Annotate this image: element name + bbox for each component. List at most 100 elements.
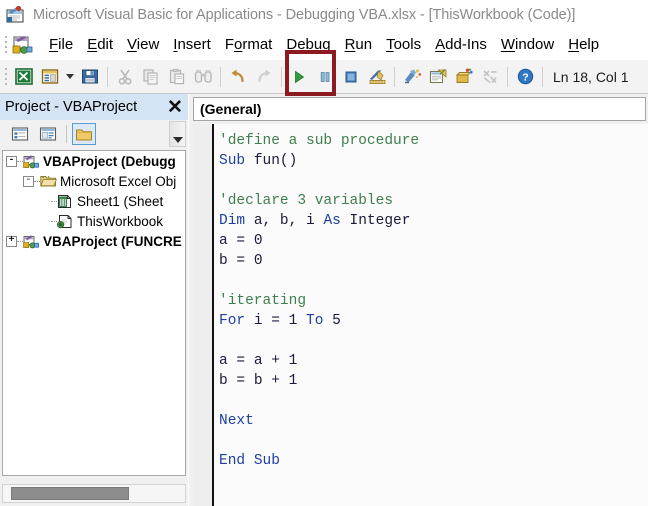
menu-item-run[interactable]: Run	[338, 34, 380, 55]
menu-item-tools[interactable]: Tools	[379, 34, 428, 55]
run-button[interactable]	[286, 64, 312, 90]
code-pane: (General) 'define a sub procedure Sub fun…	[190, 94, 648, 506]
toolbar-separator	[507, 66, 508, 87]
code-line: 'iterating	[219, 291, 648, 311]
view-object-button[interactable]	[36, 123, 60, 145]
code-token: i	[306, 213, 315, 229]
break-button[interactable]	[312, 64, 338, 90]
code-keyword: End	[219, 453, 246, 469]
undo-button[interactable]	[225, 64, 251, 90]
tree-expander-placeholder	[40, 201, 51, 202]
code-text[interactable]: 'define a sub procedure Sub fun() 'declar…	[219, 131, 648, 506]
code-token: Integer	[349, 213, 411, 229]
tree-expander-placeholder	[40, 221, 51, 222]
menu-item-debug[interactable]: Debug	[279, 34, 337, 55]
menu-item-format[interactable]: Format	[218, 34, 280, 55]
scope-label: (General)	[200, 101, 262, 117]
code-keyword: Sub	[253, 453, 280, 469]
code-token: =	[236, 353, 246, 369]
code-keyword: To	[306, 313, 324, 329]
menu-item-edit[interactable]: Edit	[80, 34, 120, 55]
help-button[interactable]: ?	[512, 64, 538, 90]
collapse-expander-icon[interactable]: -	[6, 155, 17, 167]
scroll-down-arrow-icon[interactable]	[169, 121, 186, 147]
code-token: 0	[253, 253, 263, 269]
tree-item[interactable]: - Microsoft Excel Obj	[3, 171, 185, 191]
insert-userform-button[interactable]	[37, 64, 63, 90]
toggle-folders-button[interactable]	[72, 123, 96, 145]
tree-item[interactable]: ThisWorkbook	[3, 211, 185, 231]
collapse-expander-icon[interactable]: -	[23, 175, 34, 187]
code-token: 1	[288, 353, 298, 369]
toolbar-separator	[394, 66, 395, 87]
reset-button[interactable]	[338, 64, 364, 90]
code-line: 'define a sub procedure	[219, 131, 648, 151]
menu-bar: File Edit View Insert Format Debug Run Tools Add…	[0, 29, 648, 60]
toolbar-separator	[220, 66, 221, 87]
project-explorer-button[interactable]	[399, 64, 425, 90]
menu-item-help[interactable]: Help	[561, 34, 606, 55]
code-token: =	[236, 373, 246, 389]
menu-item-insert[interactable]: Insert	[166, 34, 218, 55]
toolbar-separator	[66, 125, 67, 143]
tree-item[interactable]: - VBAProject (Debugg	[3, 151, 185, 171]
toolbar-separator	[281, 66, 282, 87]
properties-window-button[interactable]	[425, 64, 451, 90]
expand-expander-icon[interactable]: +	[6, 235, 17, 247]
paste-button[interactable]	[164, 64, 190, 90]
tree-item[interactable]: Sheet1 (Sheet	[3, 191, 185, 211]
copy-button[interactable]	[138, 64, 164, 90]
code-keyword: As	[323, 213, 341, 229]
code-token: +	[271, 353, 280, 369]
code-keyword: Next	[219, 413, 254, 429]
code-token: a	[219, 353, 228, 369]
save-button[interactable]	[77, 64, 103, 90]
code-margin-indicator-bar[interactable]	[193, 124, 214, 506]
close-x-icon[interactable]: ✕	[164, 96, 186, 118]
menu-item-window[interactable]: Window	[494, 34, 561, 55]
cut-button[interactable]	[112, 64, 138, 90]
code-token: a	[219, 233, 228, 249]
find-button[interactable]	[190, 64, 216, 90]
code-token: a	[253, 353, 263, 369]
menu-item-add-ins[interactable]: Add-Ins	[428, 34, 494, 55]
menu-gripper[interactable]	[2, 35, 10, 55]
toolbox-button[interactable]	[477, 64, 503, 90]
project-explorer-panel: Project - VBAProject ✕ - VBAProject (Deb…	[0, 94, 189, 506]
design-mode-button[interactable]	[364, 64, 390, 90]
view-excel-button[interactable]	[11, 64, 37, 90]
worksheet-icon	[57, 194, 74, 209]
procedure-scope-dropdown[interactable]: (General)	[193, 97, 646, 121]
code-line: Next	[219, 411, 648, 431]
cursor-position-status: Ln 18, Col 1	[553, 68, 629, 85]
project-tree-hscrollbar[interactable]	[2, 484, 186, 503]
menu-item-file[interactable]: File	[42, 34, 80, 55]
project-tree[interactable]: - VBAProject (Debugg - Microsoft Excel Obj S…	[2, 150, 186, 476]
scrollbar-thumb[interactable]	[11, 487, 129, 500]
standard-toolbar: ? Ln 18, Col 1	[0, 60, 648, 94]
view-code-button[interactable]	[8, 123, 32, 145]
vba-app-icon	[6, 5, 26, 24]
excel-vba-icon[interactable]	[12, 35, 34, 55]
toolbar-gripper[interactable]	[2, 66, 10, 88]
menu-item-view[interactable]: View	[120, 34, 166, 55]
object-browser-button[interactable]	[451, 64, 477, 90]
code-editor[interactable]: 'define a sub procedure Sub fun() 'declar…	[193, 124, 648, 506]
redo-button[interactable]	[251, 64, 277, 90]
svg-text:?: ?	[522, 71, 528, 83]
chevron-down-icon[interactable]	[63, 64, 77, 90]
code-token: i	[253, 313, 263, 329]
tree-item[interactable]: + VBAProject (FUNCRE	[3, 231, 185, 251]
folder-open-icon	[40, 174, 58, 189]
